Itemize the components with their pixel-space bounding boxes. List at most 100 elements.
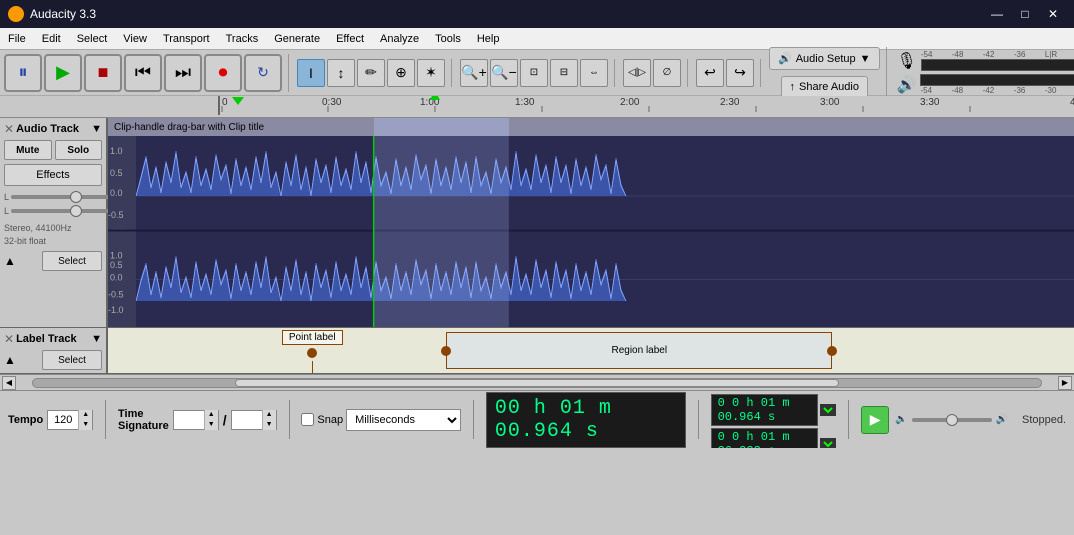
time-sig-num-spinner[interactable]: 4 ▲ ▼	[173, 410, 219, 430]
svg-text:4:00: 4:00	[1070, 97, 1074, 108]
zoom-in-button[interactable]: 🔍+	[460, 59, 488, 87]
pan-control: L R	[4, 206, 102, 216]
record-button[interactable]: ⏺	[204, 54, 242, 92]
menu-effect[interactable]: Effect	[328, 28, 372, 49]
time-sig-den-up-button[interactable]: ▲	[262, 410, 276, 420]
time-sig-denominator-input[interactable]: 4	[232, 414, 262, 426]
menu-help[interactable]: Help	[469, 28, 508, 49]
maximize-button[interactable]: □	[1012, 5, 1038, 23]
playback-play-button[interactable]: ▶	[861, 406, 889, 434]
zoom-section: 🔍+ 🔍− ⊡ ⊟ ⇔	[460, 59, 615, 87]
region-right-handle[interactable]	[827, 346, 837, 356]
select-tool-button[interactable]: I	[297, 59, 325, 87]
selection-end-dropdown[interactable]: ▼	[820, 438, 836, 448]
time-sig-den-spinner[interactable]: 4 ▲ ▼	[231, 410, 277, 430]
toolbar-row1: ⏸ ▶ ■ ⏮ ⏭ ⏺ ↻ I ↕ ✏ ⊕ ✶ 🔍+ 🔍− ⊡ ⊟ ⇔ ◁|▷ …	[0, 50, 1074, 96]
audio-track-waveform[interactable]: Clip-handle drag-bar with Clip title 1.0…	[108, 118, 1074, 327]
scroll-right-arrow[interactable]: ▶	[1058, 376, 1072, 390]
close-button[interactable]: ✕	[1040, 5, 1066, 23]
selection-gear-icon[interactable]: ⚙	[756, 390, 766, 392]
mute-button[interactable]: Mute	[4, 140, 52, 160]
chevron-down-icon: ▼	[860, 53, 871, 65]
zoom-tool-button[interactable]: ⊕	[387, 59, 415, 87]
tempo-down-button[interactable]: ▼	[78, 420, 92, 430]
tempo-input[interactable]: 120	[48, 414, 78, 426]
divider-1	[105, 400, 106, 439]
menu-analyze[interactable]: Analyze	[372, 28, 427, 49]
playback-vu-icon[interactable]: 🔊	[897, 75, 917, 95]
scroll-track[interactable]	[32, 378, 1042, 388]
zoom-out-button[interactable]: 🔍−	[490, 59, 518, 87]
envelope-tool-button[interactable]: ↕	[327, 59, 355, 87]
label-track-dropdown-button[interactable]: ▼	[91, 333, 102, 345]
tempo-spinner[interactable]: 120 ▲ ▼	[47, 410, 93, 430]
share-icon: ↑	[790, 81, 796, 93]
volume-max-icon: 🔊	[996, 414, 1008, 425]
label-track-area[interactable]: Point label Region label	[108, 328, 1074, 373]
snap-checkbox[interactable]	[301, 413, 314, 426]
label-track-select-button[interactable]: Select	[42, 350, 102, 370]
trim-audio-button[interactable]: ◁|▷	[623, 59, 651, 87]
svg-text:-1.0: -1.0	[108, 305, 124, 315]
playback-volume-slider[interactable]	[912, 418, 992, 422]
label-track-close-button[interactable]: ✕	[4, 332, 14, 346]
menu-generate[interactable]: Generate	[266, 28, 328, 49]
audio-track-dropdown-button[interactable]: ▼	[91, 123, 102, 135]
menu-tracks[interactable]: Tracks	[218, 28, 267, 49]
label-track-expand-button[interactable]: ▲	[4, 353, 16, 367]
share-audio-button[interactable]: ↑ Share Audio	[781, 76, 868, 98]
skip-start-button[interactable]: ⏮	[124, 54, 162, 92]
skip-end-button[interactable]: ⏭	[164, 54, 202, 92]
multi-tool-button[interactable]: ✶	[417, 59, 445, 87]
tools-section: I ↕ ✏ ⊕ ✶	[297, 59, 452, 87]
menu-edit[interactable]: Edit	[34, 28, 69, 49]
redo-button[interactable]: ↪	[726, 59, 754, 87]
scroll-thumb[interactable]	[235, 379, 840, 387]
selection-section: Selection ⚙ 0 0 h 01 m 00.964 s ▼ 0 0 h …	[711, 390, 837, 448]
fit-project-button[interactable]: ⊟	[550, 59, 578, 87]
svg-text:0.0: 0.0	[110, 188, 123, 198]
menu-view[interactable]: View	[115, 28, 155, 49]
audio-track-panel: ✕ Audio Track ▼ Mute Solo Effects L R L …	[0, 118, 1074, 328]
minimize-button[interactable]: —	[984, 5, 1010, 23]
effects-button[interactable]: Effects	[4, 164, 102, 186]
label-track-controls: ✕ Label Track ▼ ▲ Select	[0, 328, 108, 373]
share-audio-label: Share Audio	[799, 81, 859, 93]
time-format-select[interactable]: Milliseconds Seconds Minutes:Seconds Bea…	[346, 409, 461, 431]
record-vu-icon[interactable]: 🎙	[897, 51, 917, 71]
solo-button[interactable]: Solo	[55, 140, 103, 160]
audio-track-close-button[interactable]: ✕	[4, 122, 14, 136]
menu-transport[interactable]: Transport	[155, 28, 218, 49]
time-sig-num-up-button[interactable]: ▲	[204, 410, 218, 420]
fit-selection-button[interactable]: ⊡	[520, 59, 548, 87]
menu-select[interactable]: Select	[69, 28, 116, 49]
time-sig-den-down-button[interactable]: ▼	[262, 420, 276, 430]
clip-title-bar: Clip-handle drag-bar with Clip title	[108, 118, 1074, 136]
menu-file[interactable]: File	[0, 28, 34, 49]
tempo-up-button[interactable]: ▲	[78, 410, 92, 420]
selection-start-dropdown[interactable]: ▼	[820, 404, 836, 416]
silence-audio-button[interactable]: ∅	[653, 59, 681, 87]
pause-button[interactable]: ⏸	[4, 54, 42, 92]
horizontal-scrollbar[interactable]: ◀ ▶	[0, 374, 1074, 390]
audio-setup-button[interactable]: 🔊 Audio Setup ▼	[769, 47, 880, 70]
svg-text:0.5: 0.5	[110, 260, 123, 270]
label-track-panel: ✕ Label Track ▼ ▲ Select Point label	[0, 328, 1074, 374]
audio-setup-section: 🔊 Audio Setup ▼ ↑ Share Audio	[769, 47, 887, 98]
audio-track-expand-button[interactable]: ▲	[4, 254, 16, 268]
undo-button[interactable]: ↩	[696, 59, 724, 87]
stop-button[interactable]: ■	[84, 54, 122, 92]
time-sig-num-down-button[interactable]: ▼	[204, 420, 218, 430]
scroll-left-arrow[interactable]: ◀	[2, 376, 16, 390]
play-button[interactable]: ▶	[44, 54, 82, 92]
zoom-toggle-button[interactable]: ⇔	[580, 59, 608, 87]
menu-tools[interactable]: Tools	[427, 28, 469, 49]
draw-tool-button[interactable]: ✏	[357, 59, 385, 87]
loop-button[interactable]: ↻	[244, 54, 282, 92]
time-sig-numerator-input[interactable]: 4	[174, 414, 204, 426]
snap-label[interactable]: Snap	[317, 414, 343, 426]
region-left-handle[interactable]	[441, 346, 451, 356]
audio-track-select-button[interactable]: Select	[42, 251, 102, 271]
time-display-text: 00 h 01 m 00.964 s	[495, 397, 677, 443]
speaker-icon: 🔊	[778, 52, 792, 65]
